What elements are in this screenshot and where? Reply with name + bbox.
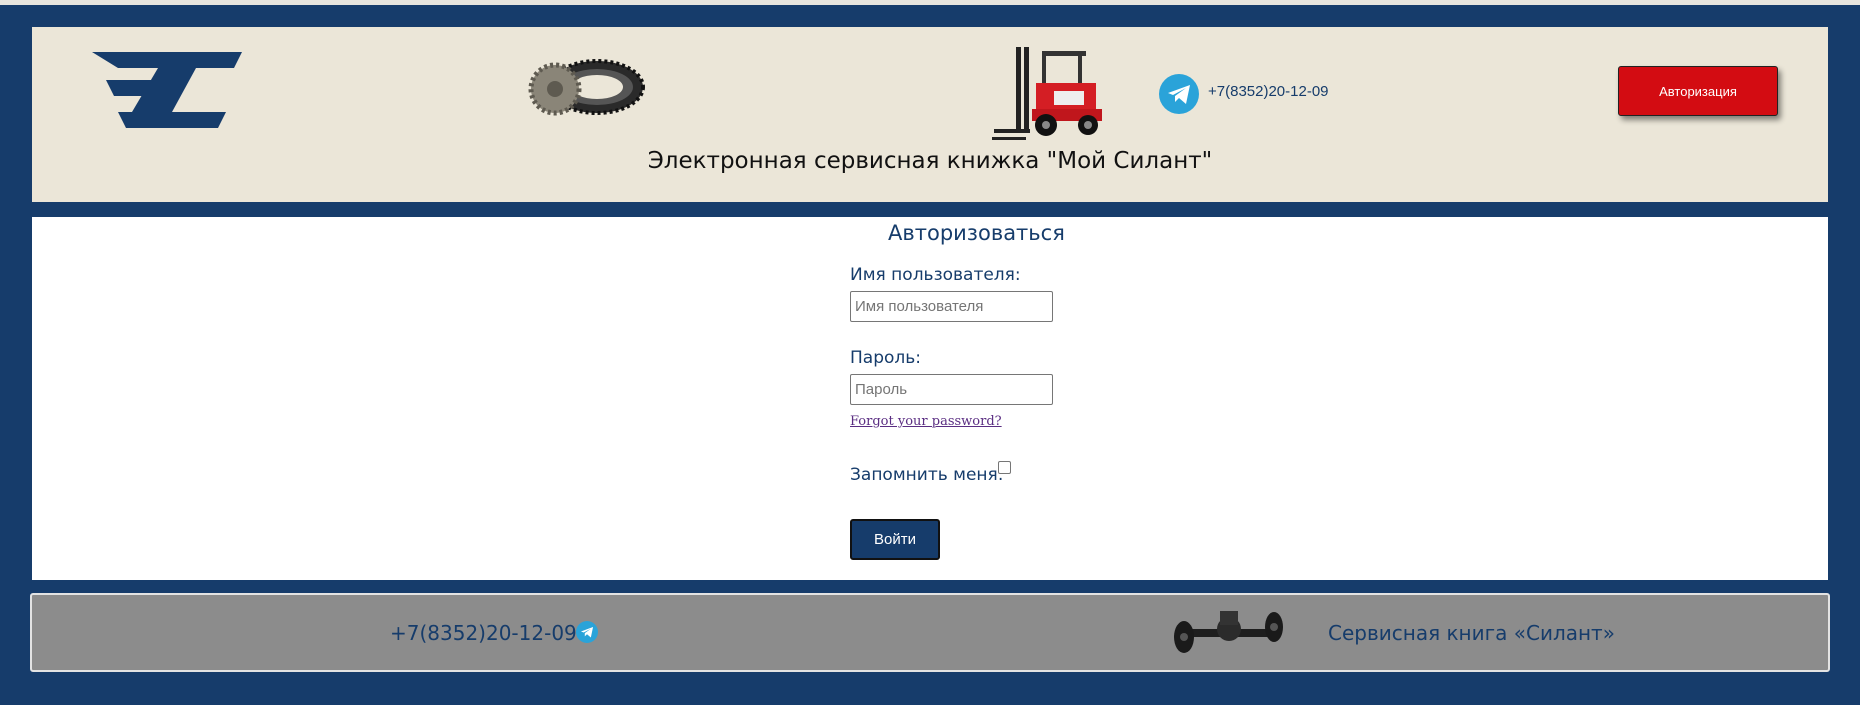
top-strip (0, 0, 1860, 5)
username-label: Имя пользователя: (850, 265, 1021, 285)
forgot-password-link[interactable]: Forgot your password? (850, 414, 1002, 429)
telegram-icon[interactable] (576, 621, 598, 643)
site-footer: +7(8352)20-12-09 Сервисная книга «Силант… (30, 593, 1830, 672)
footer-phone[interactable]: +7(8352)20-12-09 (390, 621, 577, 645)
remember-label: Запомнить меня: (850, 465, 1004, 485)
main-content: Авторизоваться Имя пользователя: Пароль:… (32, 217, 1828, 580)
login-button[interactable]: Войти (850, 519, 940, 560)
username-input[interactable] (850, 291, 1053, 322)
site-title: Электронная сервисная книжка "Мой Силант… (647, 148, 1213, 174)
telegram-icon[interactable] (1159, 74, 1199, 114)
silant-logo-icon[interactable] (92, 52, 242, 128)
axle-icon (1174, 603, 1284, 663)
login-title: Авторизоваться (888, 221, 1065, 245)
site-header: +7(8352)20-12-09 Авторизация Электронная… (32, 27, 1828, 202)
authorization-button[interactable]: Авторизация (1618, 66, 1778, 116)
forklift-icon (992, 43, 1112, 143)
gear-icon (525, 55, 647, 117)
footer-brand: Сервисная книга «Силант» (1328, 621, 1615, 645)
remember-checkbox[interactable] (998, 461, 1011, 474)
header-phone[interactable]: +7(8352)20-12-09 (1208, 83, 1329, 100)
password-label: Пароль: (850, 348, 922, 368)
password-input[interactable] (850, 374, 1053, 405)
